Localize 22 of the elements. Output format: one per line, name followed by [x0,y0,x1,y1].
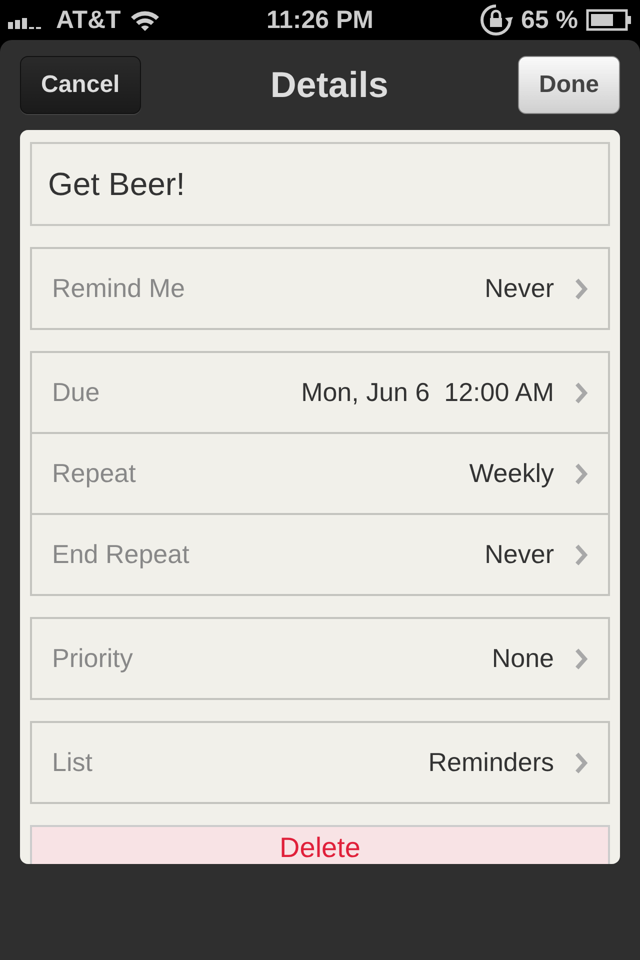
rotation-lock-icon [479,3,513,37]
chevron-icon [574,648,588,670]
screen-title: Details [270,64,388,106]
settings-row[interactable]: Priority None [32,619,608,698]
delete-button[interactable]: Delete [30,825,610,864]
cancel-button[interactable]: Cancel [20,56,141,114]
settings-row[interactable]: Remind Me Never [32,249,608,328]
settings-row[interactable]: Repeat Weekly [32,432,608,513]
battery-percent: 65 % [521,6,578,34]
settings-row[interactable]: Due Mon, Jun 6 12:00 AM [32,353,608,432]
chevron-icon [574,544,588,566]
chevron-icon [574,462,588,484]
chevron-icon [574,382,588,404]
settings-row[interactable]: End Repeat Never [32,513,608,594]
title-field[interactable]: Get Beer! [30,142,610,226]
carrier-name: AT&T [56,6,121,34]
clock-time: 11:26 PM [266,6,374,34]
done-button[interactable]: Done [518,56,620,114]
chevron-icon [574,278,588,300]
battery-icon [586,9,632,31]
chevron-icon [574,752,588,774]
settings-row[interactable]: List Reminders [32,723,608,802]
